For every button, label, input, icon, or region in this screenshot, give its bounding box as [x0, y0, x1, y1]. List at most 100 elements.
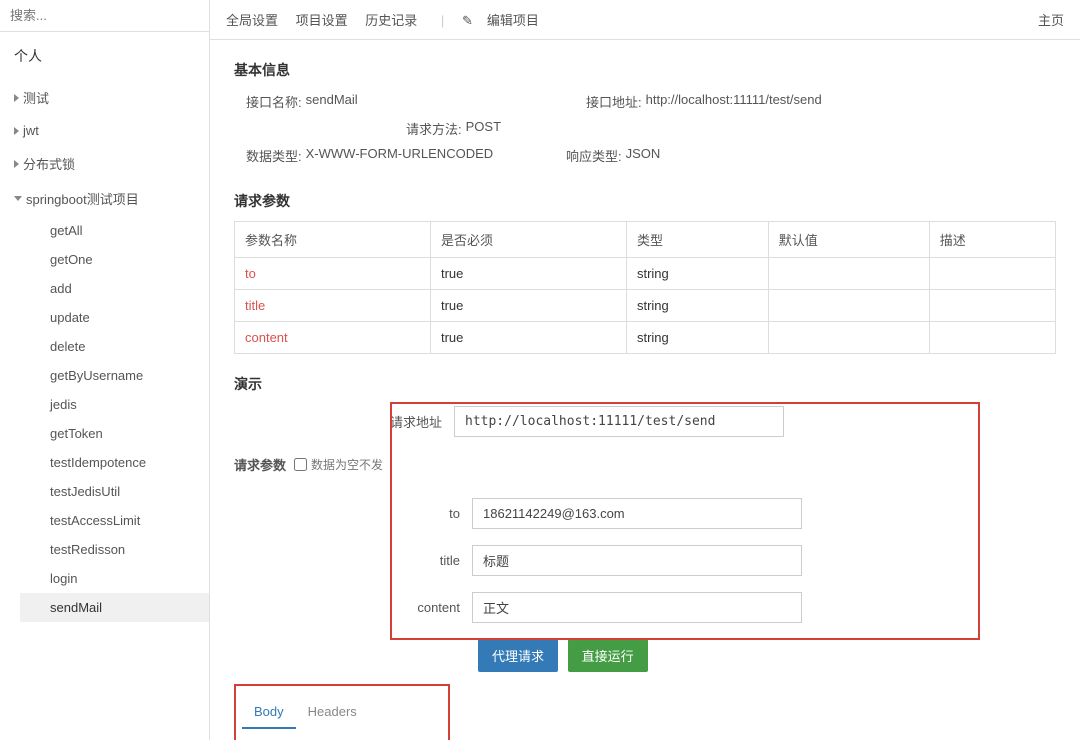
demo-title: 演示 — [234, 374, 1056, 394]
cell-default — [768, 322, 929, 354]
params-th-required: 是否必须 — [430, 222, 626, 258]
nav-edit-label: 编辑项目 — [487, 13, 539, 28]
info-url-label: 接口地址: — [586, 92, 642, 111]
cell-type: string — [626, 290, 768, 322]
button-row: 代理请求 直接运行 — [478, 639, 1056, 672]
nav-global-settings[interactable]: 全局设置 — [226, 13, 278, 28]
content: 基本信息 接口名称:sendMail 接口地址:http://localhost… — [210, 40, 1080, 740]
nav-home[interactable]: 主页 — [1038, 10, 1064, 29]
nav-left: 全局设置 项目设置 历史记录 | ✎ 编辑项目 — [226, 10, 567, 29]
tree-node-springboot[interactable]: springboot测试项目 — [0, 181, 209, 216]
direct-run-button[interactable]: 直接运行 — [568, 639, 648, 672]
tree-leaf-getAll[interactable]: getAll — [20, 216, 209, 245]
tab-body[interactable]: Body — [242, 696, 296, 729]
empty-skip-label: 数据为空不发 — [311, 456, 383, 473]
nav-project-settings[interactable]: 项目设置 — [296, 13, 348, 28]
nav-history[interactable]: 历史记录 — [365, 13, 417, 28]
main-area: 全局设置 项目设置 历史记录 | ✎ 编辑项目 主页 基本信息 接口名称:send… — [210, 0, 1080, 740]
info-name: 接口名称:sendMail — [246, 92, 586, 111]
tree-leaf-testAccessLimit[interactable]: testAccessLimit — [20, 506, 209, 535]
search-input[interactable] — [10, 8, 199, 23]
form-row-url: 请求地址 — [234, 406, 1056, 437]
tree-leaf-getToken[interactable]: getToken — [20, 419, 209, 448]
nav-edit-project[interactable]: ✎ 编辑项目 — [462, 13, 553, 28]
req-params-row: 请求参数 数据为空不发 — [234, 455, 1056, 474]
chevron-down-icon — [14, 196, 22, 201]
info-datatype-value: X-WWW-FORM-URLENCODED — [306, 146, 494, 165]
cell-type: string — [626, 258, 768, 290]
demo-section: 请求地址 请求参数 数据为空不发 to title — [234, 406, 1056, 740]
table-row: titletruestring — [235, 290, 1056, 322]
cell-default — [768, 258, 929, 290]
tree-node-test[interactable]: 测试 — [0, 80, 209, 115]
info-method-value: POST — [466, 119, 501, 138]
top-nav: 全局设置 项目设置 历史记录 | ✎ 编辑项目 主页 — [210, 0, 1080, 40]
sidebar: 个人 测试 jwt 分布式锁 springboot测试项目 getAll get… — [0, 0, 210, 740]
tree-leaf-login[interactable]: login — [20, 564, 209, 593]
tree-node-jwt[interactable]: jwt — [0, 115, 209, 146]
tree-leaf-getOne[interactable]: getOne — [20, 245, 209, 274]
info-name-label: 接口名称: — [246, 92, 302, 111]
form-row-to: to — [234, 498, 1056, 529]
tree-leaf-sendMail[interactable]: sendMail — [20, 593, 209, 622]
nav-separator: | — [441, 13, 444, 28]
field-content-input[interactable] — [472, 592, 802, 623]
params-th-desc: 描述 — [929, 222, 1055, 258]
info-method-label: 请求方法: — [406, 119, 462, 138]
proxy-request-button[interactable]: 代理请求 — [478, 639, 558, 672]
tree-leaf-update[interactable]: update — [20, 303, 209, 332]
cell-desc — [929, 322, 1055, 354]
cell-type: string — [626, 322, 768, 354]
tree-node-label: 分布式锁 — [23, 154, 75, 173]
cell-required: true — [430, 290, 626, 322]
tree-leaf-jedis[interactable]: jedis — [20, 390, 209, 419]
info-url: 接口地址:http://localhost:11111/test/send — [586, 92, 906, 111]
cell-required: true — [430, 322, 626, 354]
chevron-right-icon — [14, 160, 19, 168]
form-row-title: title — [234, 545, 1056, 576]
response-tabs: Body Headers — [234, 696, 1056, 730]
cell-name: content — [235, 322, 431, 354]
req-url-label: 请求地址 — [234, 412, 454, 431]
field-title-label: title — [234, 553, 472, 568]
field-to-label: to — [234, 506, 472, 521]
field-to-input[interactable] — [472, 498, 802, 529]
req-url-input[interactable] — [454, 406, 784, 437]
info-resptype: 响应类型:JSON — [566, 146, 726, 165]
tree-leaf-testRedisson[interactable]: testRedisson — [20, 535, 209, 564]
params-th-default: 默认值 — [768, 222, 929, 258]
tree-leaf-testJedisUtil[interactable]: testJedisUtil — [20, 477, 209, 506]
basic-info-title: 基本信息 — [234, 60, 1056, 80]
info-resptype-value: JSON — [626, 146, 661, 165]
params-th-name: 参数名称 — [235, 222, 431, 258]
tree-leaf-add[interactable]: add — [20, 274, 209, 303]
search-container — [0, 0, 209, 32]
info-resptype-label: 响应类型: — [566, 146, 622, 165]
tree-leaf-testIdempotence[interactable]: testIdempotence — [20, 448, 209, 477]
edit-icon: ✎ — [462, 13, 473, 29]
info-empty — [246, 119, 406, 138]
basic-info-grid: 接口名称:sendMail 接口地址:http://localhost:1111… — [234, 92, 1056, 173]
sidebar-tree: 测试 jwt 分布式锁 springboot测试项目 getAll getOne… — [0, 76, 209, 626]
field-content-label: content — [234, 600, 472, 615]
tree-node-label: 测试 — [23, 88, 49, 107]
info-datatype: 数据类型:X-WWW-FORM-URLENCODED — [246, 146, 566, 165]
tree-leaf-getByUsername[interactable]: getByUsername — [20, 361, 209, 390]
request-params-title: 请求参数 — [234, 191, 1056, 211]
cell-desc — [929, 290, 1055, 322]
tree-leaf-delete[interactable]: delete — [20, 332, 209, 361]
tree-node-lock[interactable]: 分布式锁 — [0, 146, 209, 181]
field-title-input[interactable] — [472, 545, 802, 576]
chevron-right-icon — [14, 94, 19, 102]
params-th-type: 类型 — [626, 222, 768, 258]
cell-desc — [929, 258, 1055, 290]
sidebar-section-personal: 个人 — [0, 32, 209, 76]
tree-node-label: springboot测试项目 — [26, 189, 139, 208]
req-params-label: 请求参数 — [234, 455, 286, 474]
empty-skip-checkbox[interactable] — [294, 458, 307, 471]
tab-headers[interactable]: Headers — [296, 696, 369, 729]
tree-children: getAll getOne add update delete getByUse… — [0, 216, 209, 622]
table-row: totruestring — [235, 258, 1056, 290]
chevron-right-icon — [14, 127, 19, 135]
form-row-content: content — [234, 592, 1056, 623]
